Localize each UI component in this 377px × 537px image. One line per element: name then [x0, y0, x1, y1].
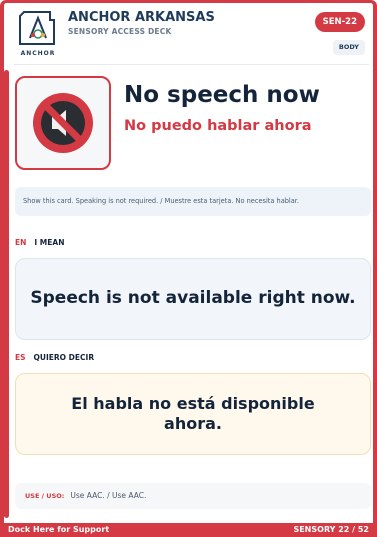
use-instructions: USE / USO: Use AAC. / Use AAC.	[15, 483, 371, 509]
accent-bar	[4, 70, 9, 518]
header-divider	[14, 64, 369, 65]
footer-support-link[interactable]: Dock Here for Support	[8, 525, 109, 534]
logo-wordmark: ANCHOR	[20, 50, 56, 57]
title-english: No speech now	[124, 82, 320, 108]
english-meaning-text: Speech is not available right now.	[30, 288, 356, 309]
footer-card-counter: SENSORY 22 / 52	[293, 525, 369, 534]
hero-icon-box	[15, 76, 111, 170]
org-name: ANCHOR ARKANSAS	[68, 10, 215, 25]
es-code: ES	[15, 353, 26, 362]
use-text: Use AAC. / Use AAC.	[70, 491, 147, 500]
english-meaning-card: Speech is not available right now.	[15, 258, 371, 340]
instruction-strip: Show this card. Speaking is not required…	[15, 187, 371, 216]
en-code: EN	[15, 238, 27, 247]
footer-bar: Dock Here for Support SENSORY 22 / 52	[0, 523, 377, 537]
es-heading: QUIERO DECIR	[33, 353, 95, 362]
es-section-label: ES QUIERO DECIR	[15, 353, 94, 362]
category-badge: BODY	[332, 40, 365, 55]
en-section-label: EN I MEAN	[15, 238, 64, 247]
deck-name: SENSORY ACCESS DECK	[68, 27, 172, 36]
title-spanish: No puedo hablar ahora	[124, 118, 312, 134]
spanish-meaning-text: El habla no está disponible ahora.	[71, 394, 315, 433]
muted-speaker-icon	[33, 93, 93, 153]
en-heading: I MEAN	[34, 238, 65, 247]
spanish-meaning-card: El habla no está disponible ahora.	[15, 373, 371, 455]
use-label: USE / USO:	[25, 492, 65, 500]
card-code-badge: SEN-22	[314, 12, 365, 32]
card-header: ANCHOR ANCHOR ARKANSAS SENSORY ACCESS DE…	[14, 8, 369, 60]
